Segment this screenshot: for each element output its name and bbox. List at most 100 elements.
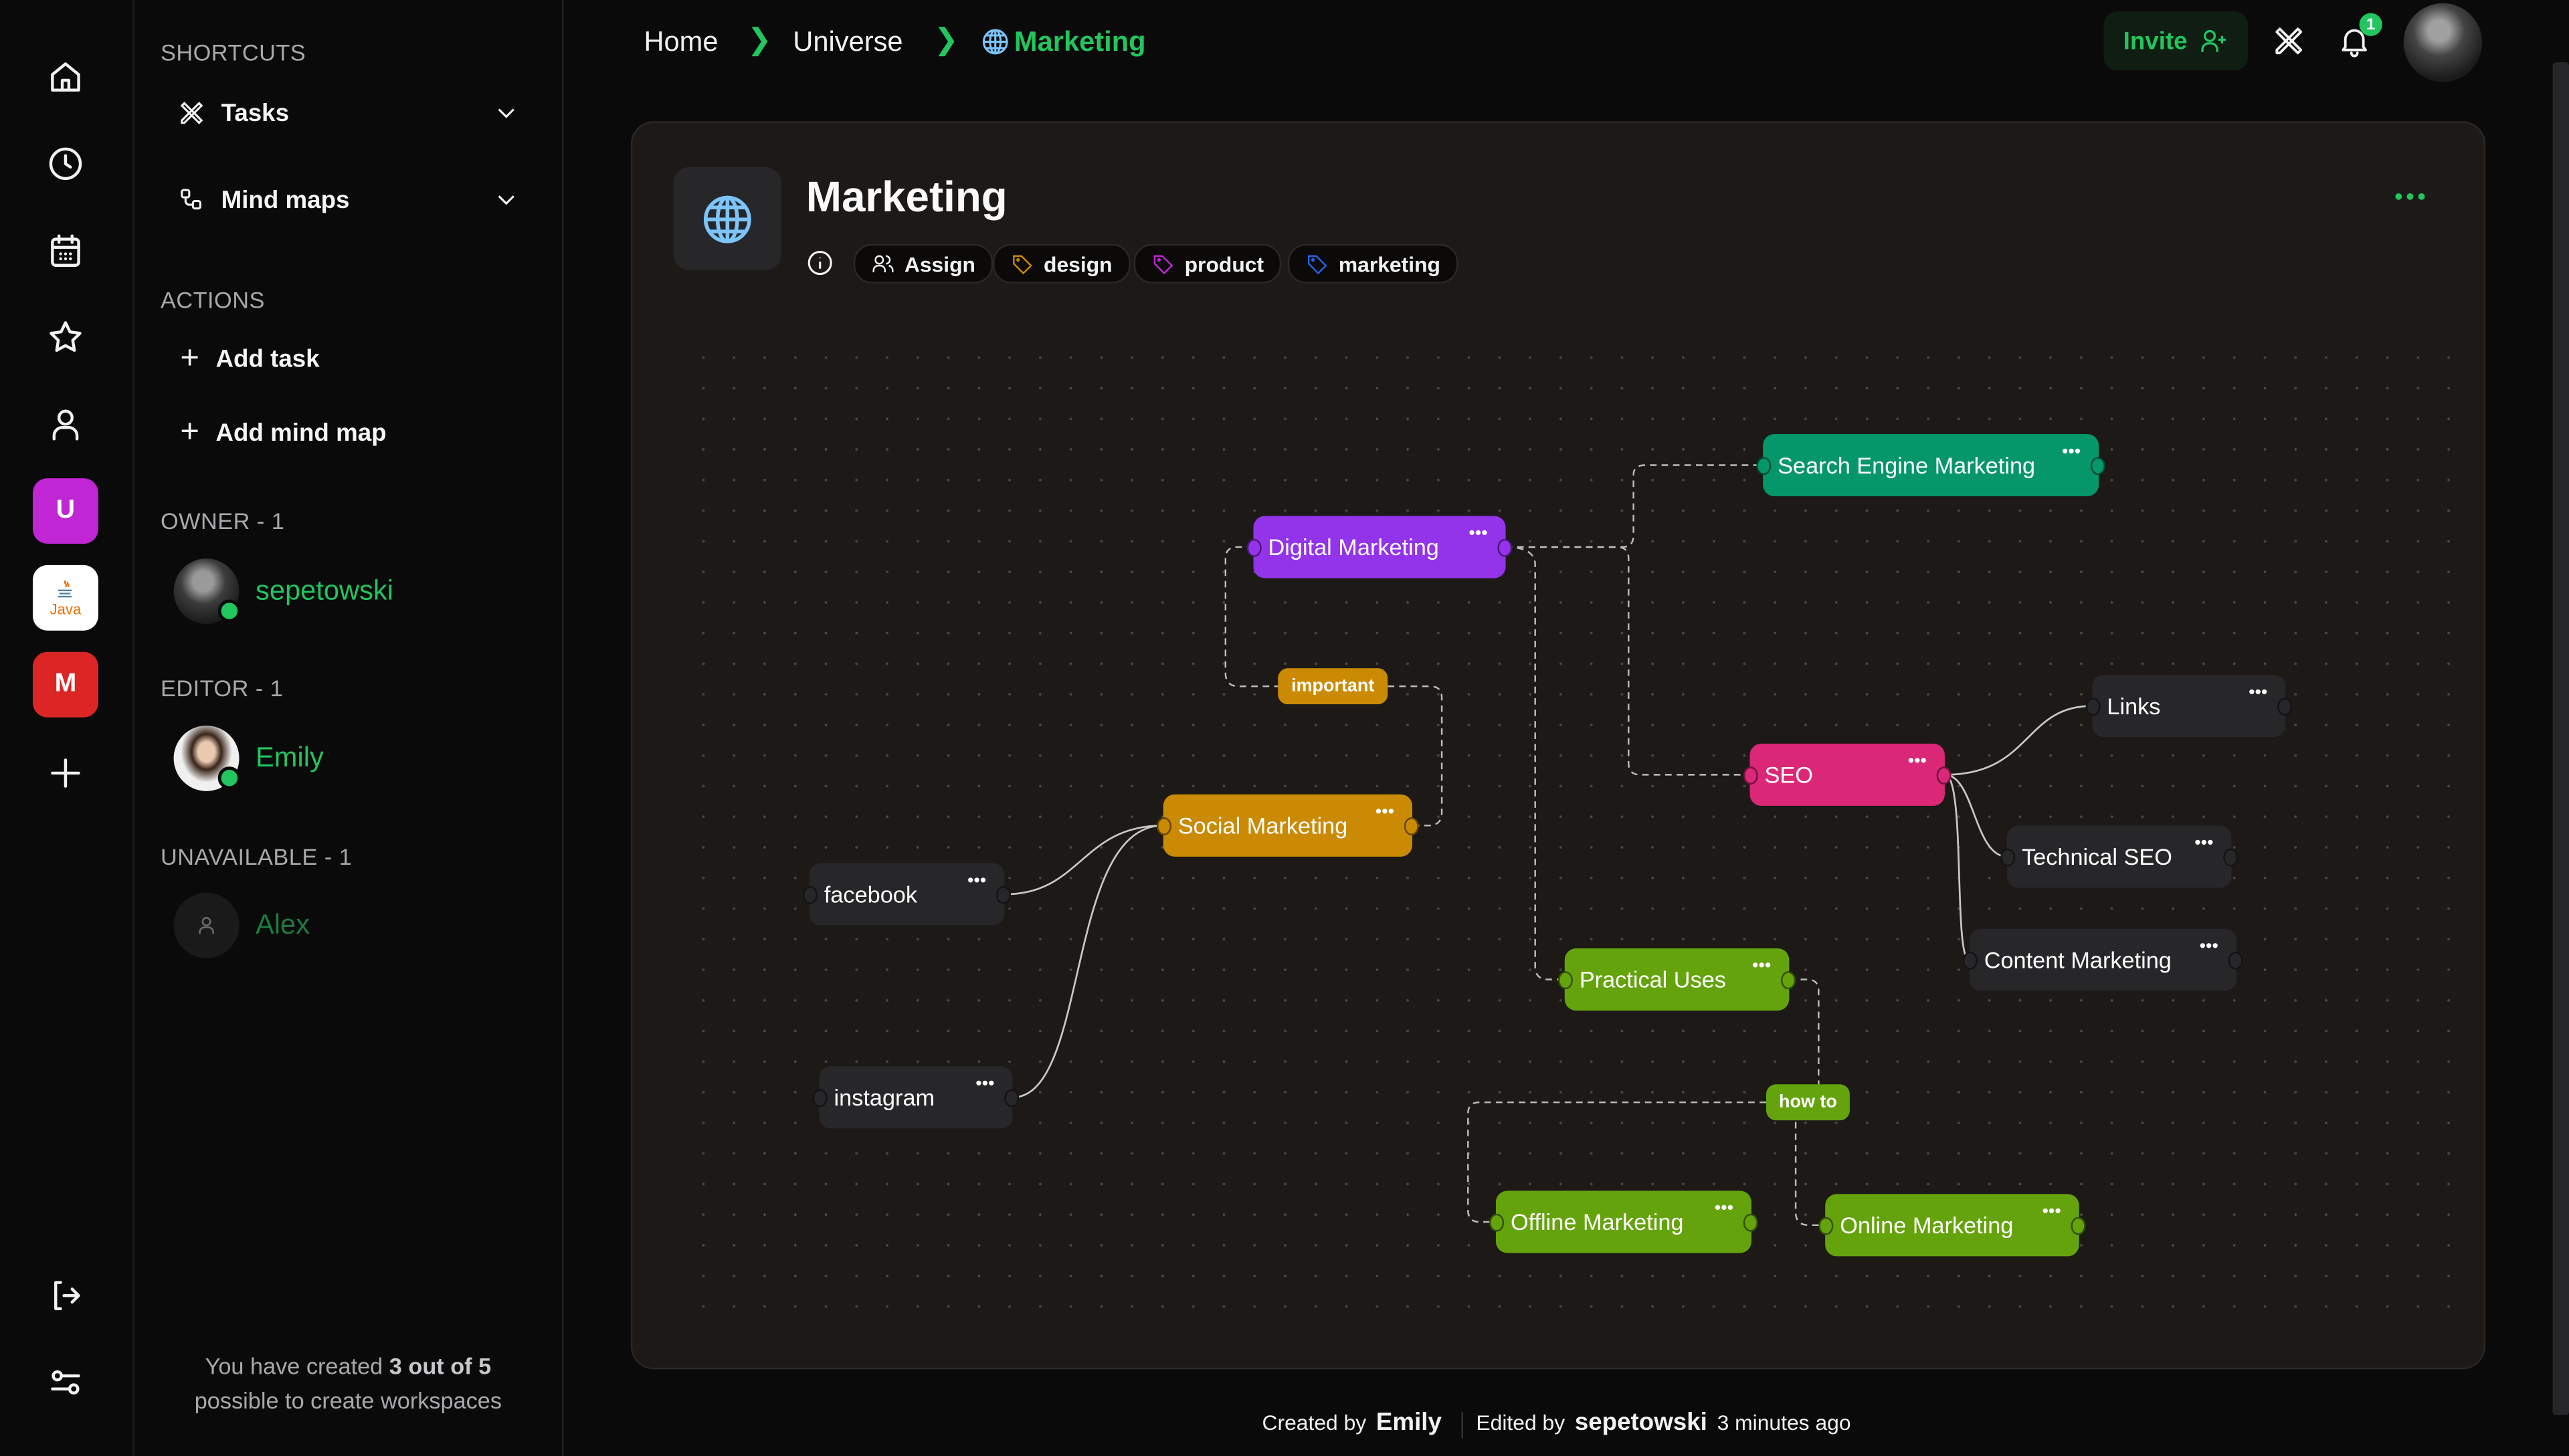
user-avatar[interactable]	[2403, 3, 2483, 82]
connection-handle[interactable]	[803, 886, 818, 904]
edge-label-how-to[interactable]: how to	[1766, 1084, 1850, 1121]
tag-icon	[1013, 255, 1032, 275]
node-instagram[interactable]: instagram •••	[812, 1066, 1020, 1129]
user-icon	[199, 916, 214, 934]
logout-icon[interactable]	[44, 1274, 87, 1317]
home-icon[interactable]	[44, 56, 87, 98]
node-more-icon[interactable]: •••	[2200, 938, 2218, 956]
tag-product[interactable]: product	[1133, 243, 1282, 284]
plus-icon: +	[180, 340, 200, 377]
connection-handle[interactable]	[1156, 817, 1172, 835]
connection-handle[interactable]	[1404, 817, 1419, 835]
connection-handle[interactable]	[1936, 766, 1952, 785]
node-more-icon[interactable]: •••	[2062, 443, 2081, 461]
tag-marketing[interactable]: marketing	[1287, 243, 1458, 284]
connection-handle[interactable]	[1743, 766, 1758, 785]
node-more-icon[interactable]: •••	[1908, 752, 1927, 770]
created-by-prefix: Created by	[1262, 1410, 1367, 1435]
star-icon[interactable]	[44, 316, 87, 359]
add-task-button[interactable]: + Add task	[180, 342, 319, 375]
unavailable-member[interactable]: Alex	[173, 892, 310, 958]
invite-button[interactable]: Invite	[2103, 11, 2249, 71]
connection-handle[interactable]	[812, 1089, 828, 1108]
connection-handle[interactable]	[2228, 951, 2243, 970]
connection-handle[interactable]	[1489, 1213, 1505, 1232]
workspace-u[interactable]: U	[32, 478, 98, 544]
connection-handle[interactable]	[995, 886, 1012, 904]
node-content-marketing[interactable]: Content Marketing •••	[1962, 928, 2243, 991]
user-icon[interactable]	[44, 403, 87, 445]
node-facebook[interactable]: facebook •••	[803, 863, 1012, 926]
shortcuts-title: SHORTCUTS	[161, 39, 306, 66]
connection-handle[interactable]	[1497, 538, 1513, 557]
scrollbar[interactable]	[2552, 62, 2569, 1415]
shortcut-tasks[interactable]: Tasks	[177, 94, 520, 133]
edited-time: 3 minutes ago	[1717, 1410, 1851, 1435]
node-more-icon[interactable]: •••	[975, 1075, 994, 1094]
node-more-icon[interactable]: •••	[2249, 684, 2267, 702]
chevron-right-icon: ❯	[747, 23, 772, 56]
breadcrumb-home[interactable]: Home	[644, 26, 718, 59]
node-practical-uses[interactable]: Practical Uses •••	[1557, 948, 1796, 1011]
connection-handle[interactable]	[1004, 1089, 1020, 1108]
breadcrumb-current[interactable]: Marketing	[1014, 26, 1146, 59]
shortcut-mind-maps[interactable]: Mind maps	[177, 180, 520, 219]
tasks-icon[interactable]	[2271, 23, 2307, 59]
node-more-icon[interactable]: •••	[1468, 525, 1487, 543]
node-digital-marketing[interactable]: Digital Marketing •••	[1246, 516, 1513, 579]
connection-handle[interactable]	[1781, 971, 1796, 990]
workspace-java[interactable]: Java	[32, 564, 98, 631]
node-more-icon[interactable]: •••	[967, 872, 986, 890]
node-online-marketing[interactable]: Online Marketing •••	[1818, 1194, 2086, 1257]
connection-handle[interactable]	[1818, 1217, 1834, 1235]
connection-handle[interactable]	[1962, 951, 1978, 970]
node-seo[interactable]: SEO •••	[1743, 743, 1952, 806]
workspace-m[interactable]: M	[32, 651, 98, 718]
add-mind-map-button[interactable]: + Add mind map	[180, 416, 386, 449]
node-more-icon[interactable]: •••	[2042, 1203, 2061, 1221]
node-more-icon[interactable]: •••	[1752, 957, 1771, 975]
mindmap-icon	[181, 189, 201, 210]
divider	[1461, 1411, 1463, 1438]
node-technical-seo[interactable]: Technical SEO •••	[2000, 825, 2239, 888]
add-mind-map-label: Add mind map	[215, 418, 387, 447]
owner-title: OWNER - 1	[161, 508, 285, 534]
connection-handle[interactable]	[2223, 848, 2239, 867]
connection-handle[interactable]	[1743, 1213, 1758, 1232]
editor-member[interactable]: Emily	[173, 725, 324, 791]
info-icon[interactable]	[806, 249, 834, 277]
breadcrumb-universe[interactable]: Universe	[793, 26, 902, 59]
node-more-icon[interactable]: •••	[1375, 803, 1394, 821]
workspace-java-label: Java	[50, 601, 82, 618]
connection-handle[interactable]	[2000, 848, 2016, 867]
node-links[interactable]: Links •••	[2085, 674, 2293, 738]
connection-handle[interactable]	[2090, 457, 2105, 476]
add-workspace-icon[interactable]	[44, 752, 87, 795]
settings-sliders-icon[interactable]	[44, 1361, 87, 1404]
connection-handle[interactable]	[2071, 1217, 2086, 1235]
assign-button[interactable]: Assign	[853, 243, 993, 284]
edge-label-important[interactable]: important	[1278, 668, 1388, 705]
calendar-icon[interactable]	[44, 229, 87, 272]
chevron-down-icon[interactable]	[492, 98, 521, 128]
node-offline-marketing[interactable]: Offline Marketing •••	[1489, 1190, 1758, 1253]
node-search-engine-marketing[interactable]: Search Engine Marketing •••	[1756, 433, 2105, 497]
connection-handle[interactable]	[1756, 457, 1772, 476]
tag-icon	[1153, 255, 1173, 275]
more-options-icon[interactable]	[2395, 185, 2428, 208]
clock-icon[interactable]	[44, 142, 87, 185]
connection-handle[interactable]	[2277, 698, 2293, 716]
owner-member[interactable]: sepetowski	[173, 558, 393, 625]
node-more-icon[interactable]: •••	[2194, 835, 2213, 853]
node-social-marketing[interactable]: Social Marketing •••	[1156, 794, 1419, 857]
node-label: Online Marketing	[1840, 1212, 2014, 1239]
chevron-down-icon[interactable]	[492, 185, 521, 215]
tag-design[interactable]: design	[993, 243, 1131, 284]
node-more-icon[interactable]: •••	[1715, 1200, 1733, 1218]
workspace-u-label: U	[56, 496, 76, 524]
tag-icon	[1307, 255, 1327, 275]
connection-handle[interactable]	[1557, 971, 1574, 990]
edited-by-prefix: Edited by	[1476, 1410, 1565, 1435]
connection-handle[interactable]	[2085, 698, 2101, 716]
connection-handle[interactable]	[1246, 538, 1262, 557]
